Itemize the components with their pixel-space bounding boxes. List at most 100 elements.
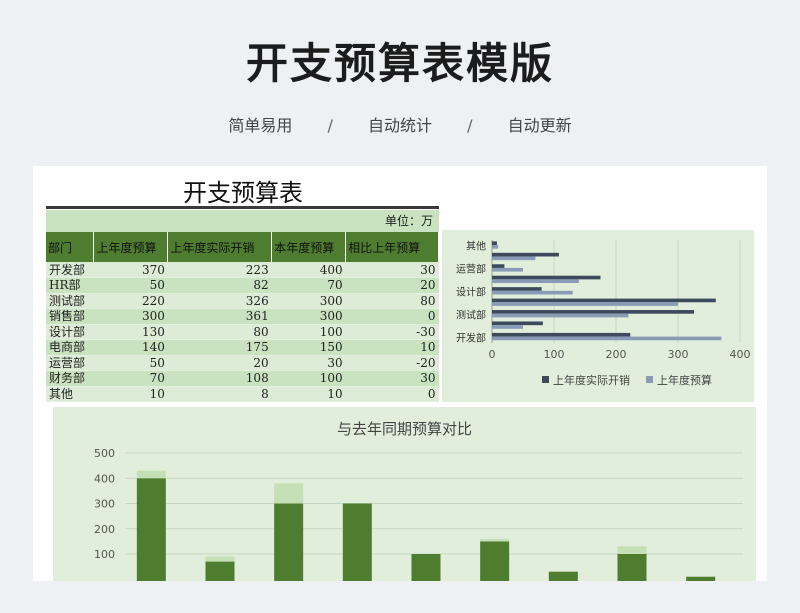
- column-header[interactable]: 上年度预算: [93, 232, 169, 262]
- chart-title: 与去年同期预算对比: [337, 420, 472, 438]
- prev-actual-cell[interactable]: 175: [167, 339, 272, 356]
- cur-budget-cell[interactable]: 300: [271, 293, 346, 309]
- prev-actual-cell[interactable]: 326: [167, 293, 272, 309]
- vertical-bar-chart[interactable]: 与去年同期预算对比 100 200 300 400 500: [53, 407, 756, 581]
- prev-budget-cell[interactable]: 50: [93, 355, 168, 371]
- tagline-auto-stats: 自动统计: [367, 116, 432, 135]
- y-tick-label: 300: [94, 498, 115, 511]
- prev-actual-cell[interactable]: 361: [167, 308, 272, 325]
- diff-cell[interactable]: 30: [345, 262, 439, 278]
- column-header[interactable]: 部门: [46, 232, 95, 262]
- bar-diff: [274, 483, 304, 504]
- dept-cell[interactable]: 测试部: [46, 293, 94, 309]
- diff-cell[interactable]: 0: [345, 386, 439, 402]
- diff-cell[interactable]: 0: [345, 308, 439, 325]
- x-tick-label: 0: [489, 348, 496, 361]
- bar-prev-actual: [492, 298, 716, 303]
- bar-current-budget: [205, 561, 235, 581]
- bar-current-budget: [686, 576, 716, 581]
- cur-budget-cell[interactable]: 30: [271, 355, 346, 371]
- table-header-row: 部门 上年度预算 上年度实际开销 本年度预算 相比上年预算: [46, 232, 439, 262]
- bar-current-budget: [411, 554, 441, 581]
- cur-budget-cell[interactable]: 400: [271, 262, 346, 278]
- y-tick-label: 运营部: [456, 263, 486, 276]
- prev-actual-cell[interactable]: 80: [167, 324, 272, 340]
- prev-budget-cell[interactable]: 130: [93, 324, 168, 340]
- bar-prev-budget: [492, 302, 678, 306]
- bar-prev-budget: [492, 256, 536, 261]
- prev-budget-cell[interactable]: 10: [93, 386, 168, 402]
- dept-cell[interactable]: 电商部: [46, 339, 94, 356]
- prev-actual-cell[interactable]: 8: [167, 386, 272, 402]
- table-row: 开发部 370 223 400 30: [46, 262, 439, 278]
- bar-prev-budget: [492, 279, 579, 284]
- dept-cell[interactable]: 其他: [46, 386, 94, 402]
- cur-budget-cell[interactable]: 100: [271, 324, 346, 340]
- bar-prev-budget: [492, 245, 499, 249]
- bar-prev-actual: [492, 332, 631, 337]
- legend-label: 上年度预算: [657, 373, 712, 387]
- page-title: 开支预算表模版: [245, 39, 554, 88]
- bar-prev-budget: [492, 267, 523, 272]
- cur-budget-cell[interactable]: 10: [271, 386, 346, 402]
- prev-budget-cell[interactable]: 300: [93, 308, 168, 325]
- prev-budget-cell[interactable]: 370: [93, 262, 168, 278]
- dept-cell[interactable]: HR部: [46, 277, 94, 294]
- bar-diff: [617, 546, 647, 554]
- dept-cell[interactable]: 开发部: [46, 262, 94, 278]
- bar-current-budget: [136, 478, 166, 581]
- legend-swatch-prev-budget: [646, 376, 653, 383]
- diff-cell[interactable]: 20: [345, 277, 439, 294]
- prev-actual-cell[interactable]: 108: [167, 370, 272, 387]
- table-row: HR部 50 82 70 20: [46, 277, 439, 294]
- dept-cell[interactable]: 销售部: [46, 308, 94, 325]
- sheet-title: 开支预算表: [183, 179, 303, 207]
- cur-budget-cell[interactable]: 150: [271, 339, 346, 356]
- table-row: 销售部 300 361 300 0: [46, 308, 439, 325]
- unit-label: 单位：万: [46, 210, 439, 232]
- tagline-row: 简单易用 / 自动统计 / 自动更新: [0, 112, 800, 136]
- title-divider: [46, 206, 439, 209]
- bar-current-budget: [480, 541, 510, 581]
- x-tick-label: 100: [544, 348, 565, 361]
- cur-budget-cell[interactable]: 100: [271, 370, 346, 387]
- cur-budget-cell[interactable]: 300: [271, 308, 346, 325]
- bar-diff: [136, 470, 166, 479]
- dept-cell[interactable]: 设计部: [46, 324, 94, 340]
- prev-budget-cell[interactable]: 50: [93, 277, 168, 294]
- y-tick-label: 开发部: [456, 331, 486, 344]
- bar-prev-actual: [492, 310, 695, 314]
- prev-budget-cell[interactable]: 140: [93, 339, 168, 356]
- dept-cell[interactable]: 运营部: [46, 355, 94, 371]
- dept-cell[interactable]: 财务部: [46, 370, 94, 387]
- diff-cell[interactable]: -30: [345, 324, 439, 340]
- prev-actual-cell[interactable]: 20: [167, 355, 272, 371]
- bar-prev-budget: [492, 290, 573, 295]
- prev-budget-cell[interactable]: 220: [93, 293, 168, 309]
- prev-actual-cell[interactable]: 223: [167, 262, 272, 278]
- bar-prev-actual: [492, 275, 601, 280]
- diff-cell[interactable]: 30: [345, 370, 439, 387]
- diff-cell[interactable]: -20: [345, 355, 439, 371]
- prev-budget-cell[interactable]: 70: [93, 370, 168, 387]
- prev-actual-cell[interactable]: 82: [167, 277, 272, 294]
- column-header[interactable]: 本年度预算: [271, 232, 347, 262]
- table-row: 运营部 50 20 30 -20: [46, 355, 439, 371]
- y-tick-label: 测试部: [456, 308, 486, 321]
- tagline-easy: 简单易用: [228, 116, 293, 135]
- diff-cell[interactable]: 10: [345, 339, 439, 356]
- y-tick-label: 100: [94, 548, 115, 561]
- diff-cell[interactable]: 80: [345, 293, 439, 309]
- cur-budget-cell[interactable]: 70: [271, 277, 346, 294]
- budget-table: 部门 上年度预算 上年度实际开销 本年度预算 相比上年预算 开发部 370 22…: [46, 232, 439, 402]
- tagline-separator: /: [467, 116, 473, 135]
- x-tick-label: 300: [668, 348, 689, 361]
- tagline-separator: /: [327, 116, 333, 135]
- column-header[interactable]: 上年度实际开销: [167, 232, 273, 262]
- bar-prev-actual: [492, 241, 497, 246]
- bar-current-budget: [617, 554, 647, 581]
- column-header[interactable]: 相比上年预算: [345, 232, 439, 262]
- horizontal-bar-chart[interactable]: 0 100 200 300 400 开发部 测试部 设计部 运营部 其他 上年度实际开销 上年度预算: [442, 230, 754, 402]
- table-row: 财务部 70 108 100 30: [46, 370, 439, 387]
- bar-prev-budget: [492, 336, 722, 341]
